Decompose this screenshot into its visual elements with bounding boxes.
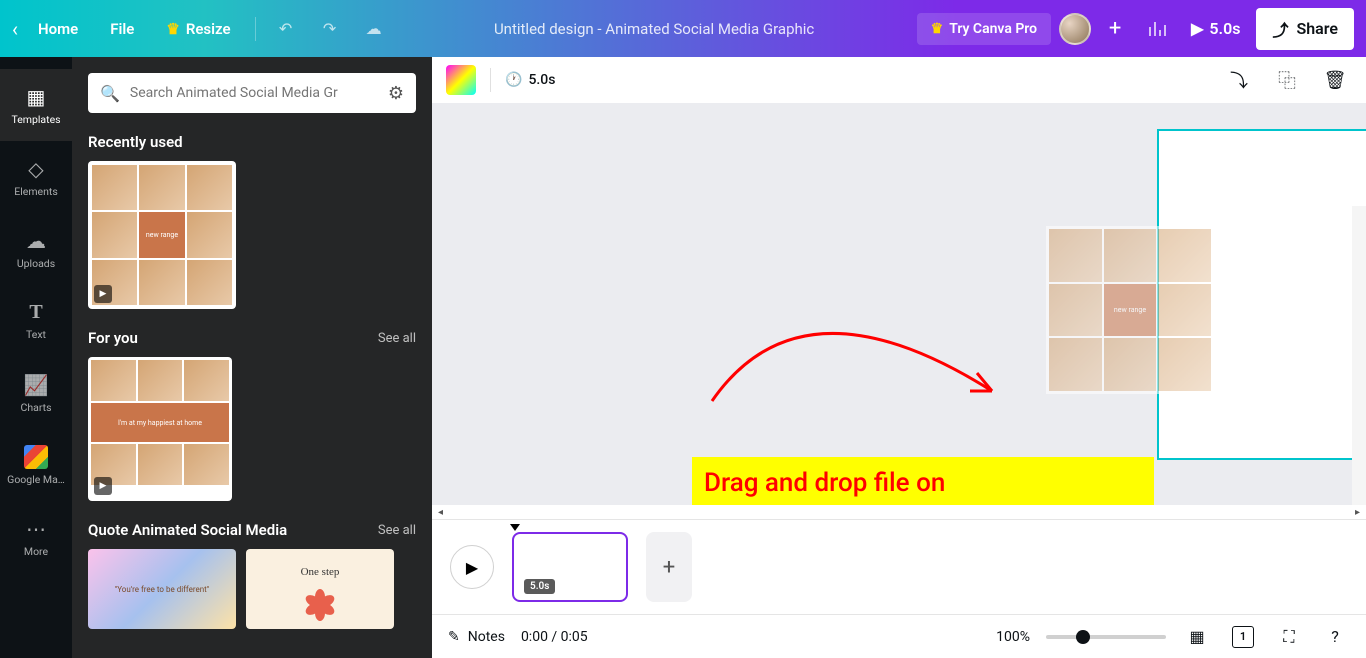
see-all-link[interactable]: See all	[378, 331, 416, 346]
charts-icon: 📈	[24, 373, 49, 397]
search-input-wrapper: 🔍 ⚙	[88, 73, 416, 113]
cloud-sync-icon[interactable]: ☁	[356, 11, 392, 47]
share-button[interactable]: ⤴Share	[1256, 8, 1354, 50]
duplicate-page-icon[interactable]: ⿻	[1270, 63, 1304, 97]
context-toolbar: 🕐5.0s ⤵ ⿻ 🗑	[432, 57, 1366, 103]
play-badge-icon: ▶	[94, 477, 112, 495]
vertical-scrollbar[interactable]	[1352, 206, 1366, 505]
text-icon: T	[29, 301, 42, 324]
redo-icon[interactable]: ↷	[312, 11, 348, 47]
play-badge-icon: ▶	[94, 285, 112, 303]
file-button[interactable]: File	[98, 12, 146, 46]
clock-icon: 🕐	[505, 72, 522, 88]
rail-google-maps[interactable]: Google Ma…	[0, 429, 72, 501]
template-thumb[interactable]: "You're free to be different"	[88, 549, 236, 629]
canvas-area: 🕐5.0s ⤵ ⿻ 🗑 ⟳ new range Drag and drop fi…	[432, 57, 1366, 658]
back-icon[interactable]: ‹	[12, 17, 18, 41]
filter-icon[interactable]: ⚙	[388, 83, 404, 104]
side-rail: ▦Templates ◇Elements ☁Uploads TText 📈Cha…	[0, 57, 72, 658]
delete-page-icon[interactable]: 🗑	[1318, 63, 1352, 97]
upload-icon: ⤴	[1272, 17, 1288, 41]
rail-elements[interactable]: ◇Elements	[0, 141, 72, 213]
background-color-swatch[interactable]	[446, 65, 476, 95]
frame-duration-badge: 5.0s	[524, 579, 555, 594]
section-quote: Quote Animated Social Media	[88, 521, 287, 539]
playhead-icon[interactable]	[510, 524, 520, 531]
templates-panel: 🔍 ⚙ Recently used new range ▶ For you See…	[72, 57, 432, 658]
timeline: ▶ 5.0s +	[432, 519, 1366, 614]
page-indicator[interactable]: 1	[1228, 622, 1258, 652]
drag-ghost: new range	[1046, 226, 1214, 394]
rail-uploads[interactable]: ☁Uploads	[0, 213, 72, 285]
timeline-frame[interactable]: 5.0s	[512, 532, 628, 602]
fullscreen-icon[interactable]: ⛶	[1274, 622, 1304, 652]
import-icon[interactable]: ⤵	[1222, 63, 1256, 97]
add-page-button[interactable]: +	[646, 532, 692, 602]
workspace[interactable]: ⟳ new range Drag and drop file on	[432, 103, 1366, 505]
timeline-play-button[interactable]: ▶	[450, 545, 494, 589]
user-avatar[interactable]	[1059, 13, 1091, 45]
flower-icon	[305, 582, 335, 612]
zoom-thumb[interactable]	[1076, 630, 1090, 644]
insights-icon[interactable]	[1139, 11, 1175, 47]
horizontal-scrollbar[interactable]: ◂▸	[432, 505, 1366, 519]
crown-icon: ♛	[931, 21, 944, 37]
rail-charts[interactable]: 📈Charts	[0, 357, 72, 429]
zoom-value[interactable]: 100%	[996, 629, 1030, 645]
section-for-you: For you	[88, 329, 138, 347]
annotation-label: Drag and drop file on	[692, 457, 1154, 505]
preview-button[interactable]: ▶5.0s	[1183, 19, 1248, 38]
home-button[interactable]: Home	[26, 12, 90, 46]
help-icon[interactable]: ?	[1320, 622, 1350, 652]
document-title[interactable]: Untitled design - Animated Social Media …	[400, 20, 909, 38]
rail-text[interactable]: TText	[0, 285, 72, 357]
template-thumb[interactable]: One step	[246, 549, 394, 629]
annotation-arrow	[702, 251, 1022, 451]
notes-button[interactable]: ✎Notes	[448, 629, 505, 645]
elements-icon: ◇	[28, 157, 43, 181]
zoom-slider[interactable]	[1046, 635, 1166, 639]
uploads-icon: ☁	[26, 229, 46, 253]
search-input[interactable]	[130, 85, 378, 101]
notes-icon: ✎	[448, 629, 460, 645]
undo-icon[interactable]: ↶	[268, 11, 304, 47]
crown-icon: ♛	[166, 20, 179, 38]
bottom-bar: ✎Notes 0:00 / 0:05 100% ▦ 1 ⛶ ?	[432, 614, 1366, 658]
grid-view-icon[interactable]: ▦	[1182, 622, 1212, 652]
try-pro-button[interactable]: ♛Try Canva Pro	[917, 13, 1051, 45]
resize-button[interactable]: ♛Resize	[154, 12, 242, 46]
templates-icon: ▦	[27, 85, 46, 109]
time-display: 0:00 / 0:05	[521, 629, 588, 645]
see-all-link[interactable]: See all	[378, 523, 416, 538]
template-thumb[interactable]: I'm at my happiest at home ▶	[88, 357, 232, 501]
more-icon: ⋯	[26, 517, 46, 541]
rail-more[interactable]: ⋯More	[0, 501, 72, 573]
section-recently-used: Recently used	[88, 133, 183, 151]
rail-templates[interactable]: ▦Templates	[0, 69, 72, 141]
gmaps-icon	[24, 445, 48, 469]
search-icon: 🔍	[100, 84, 120, 103]
add-member-button[interactable]: +	[1099, 13, 1131, 45]
separator	[255, 17, 256, 41]
template-thumb[interactable]: new range ▶	[88, 161, 236, 309]
duration-button[interactable]: 🕐5.0s	[505, 72, 555, 88]
play-icon: ▶	[1191, 19, 1203, 38]
top-toolbar: ‹ Home File ♛Resize ↶ ↷ ☁ Untitled desig…	[0, 0, 1366, 57]
